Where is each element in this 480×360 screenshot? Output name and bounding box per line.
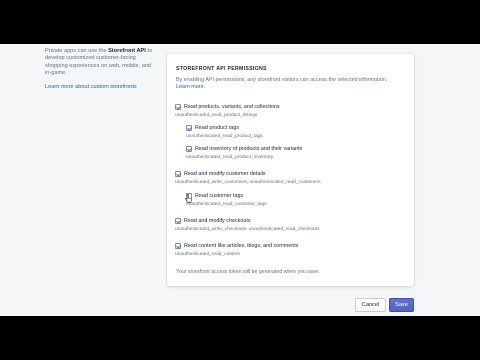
permission-label: Read product tags: [195, 125, 240, 131]
cancel-button[interactable]: Cancel: [355, 298, 386, 312]
letterbox-bottom: [0, 316, 480, 360]
permission-scope: unauthenticated_write_customers, unauthe…: [175, 179, 321, 185]
permission-label: Read and modify customer details: [184, 171, 266, 177]
aside-strong-text: Storefront API: [108, 48, 146, 54]
permission-label: Read and modify checkouts: [184, 218, 251, 224]
checkbox-customers[interactable]: [175, 171, 181, 177]
section-description-text: By enabling API permissions, any storefr…: [176, 77, 388, 83]
permission-item-product-tags: Read product tags unauthenticated_read_p…: [186, 125, 263, 139]
permission-scope: unauthenticated_read_content: [175, 251, 240, 257]
app-page: Private apps can use the Storefront API …: [0, 44, 480, 316]
permission-label: Read products, variants, and collections: [184, 104, 280, 110]
permission-scope: unauthenticated_write_checkouts, unauthe…: [175, 226, 320, 232]
checkbox-product-tags[interactable]: [186, 125, 192, 131]
aside-description: Private apps can use the Storefront API …: [45, 48, 157, 91]
permission-scope: unauthenticated_read_product_tags: [186, 133, 263, 139]
letterbox-top: [0, 0, 480, 44]
section-title: STOREFRONT API PERMISSIONS: [176, 66, 267, 72]
permission-item-checkouts: Read and modify checkouts unauthenticate…: [175, 218, 320, 232]
permission-label: Read content like articles, blogs, and c…: [184, 243, 299, 249]
custom-storefronts-link[interactable]: Learn more about custom storefronts: [45, 84, 157, 91]
section-description: By enabling API permissions, any storefr…: [176, 77, 404, 91]
checkbox-content[interactable]: [175, 243, 181, 249]
permission-scope: unauthenticated_read_product_listings: [175, 112, 258, 118]
permission-label: Read customer tags: [195, 193, 244, 199]
permission-scope: unauthenticated_read_customer_tags: [186, 201, 267, 207]
learn-more-link[interactable]: Learn more.: [176, 84, 404, 91]
permission-item-inventory: Read inventory of products and their var…: [186, 146, 302, 160]
permission-scope: unauthenticated_read_product_inventory: [186, 154, 274, 160]
token-footnote: Your storefront access token will be gen…: [176, 269, 320, 275]
permission-label: Read inventory of products and their var…: [195, 146, 303, 152]
save-button[interactable]: Save: [389, 298, 414, 312]
permission-item-customer-tags: Read customer tags unauthenticated_read_…: [186, 193, 267, 207]
permission-item-customers: Read and modify customer details unauthe…: [175, 171, 321, 185]
permission-item-content: Read content like articles, blogs, and c…: [175, 243, 298, 257]
checkbox-inventory[interactable]: [186, 146, 192, 152]
aside-text-before: Private apps can use the: [45, 48, 109, 54]
checkbox-products[interactable]: [175, 104, 181, 110]
permission-item-products: Read products, variants, and collections…: [175, 104, 280, 118]
pointer-cursor-icon: [185, 194, 192, 203]
checkbox-checkouts[interactable]: [175, 218, 181, 224]
